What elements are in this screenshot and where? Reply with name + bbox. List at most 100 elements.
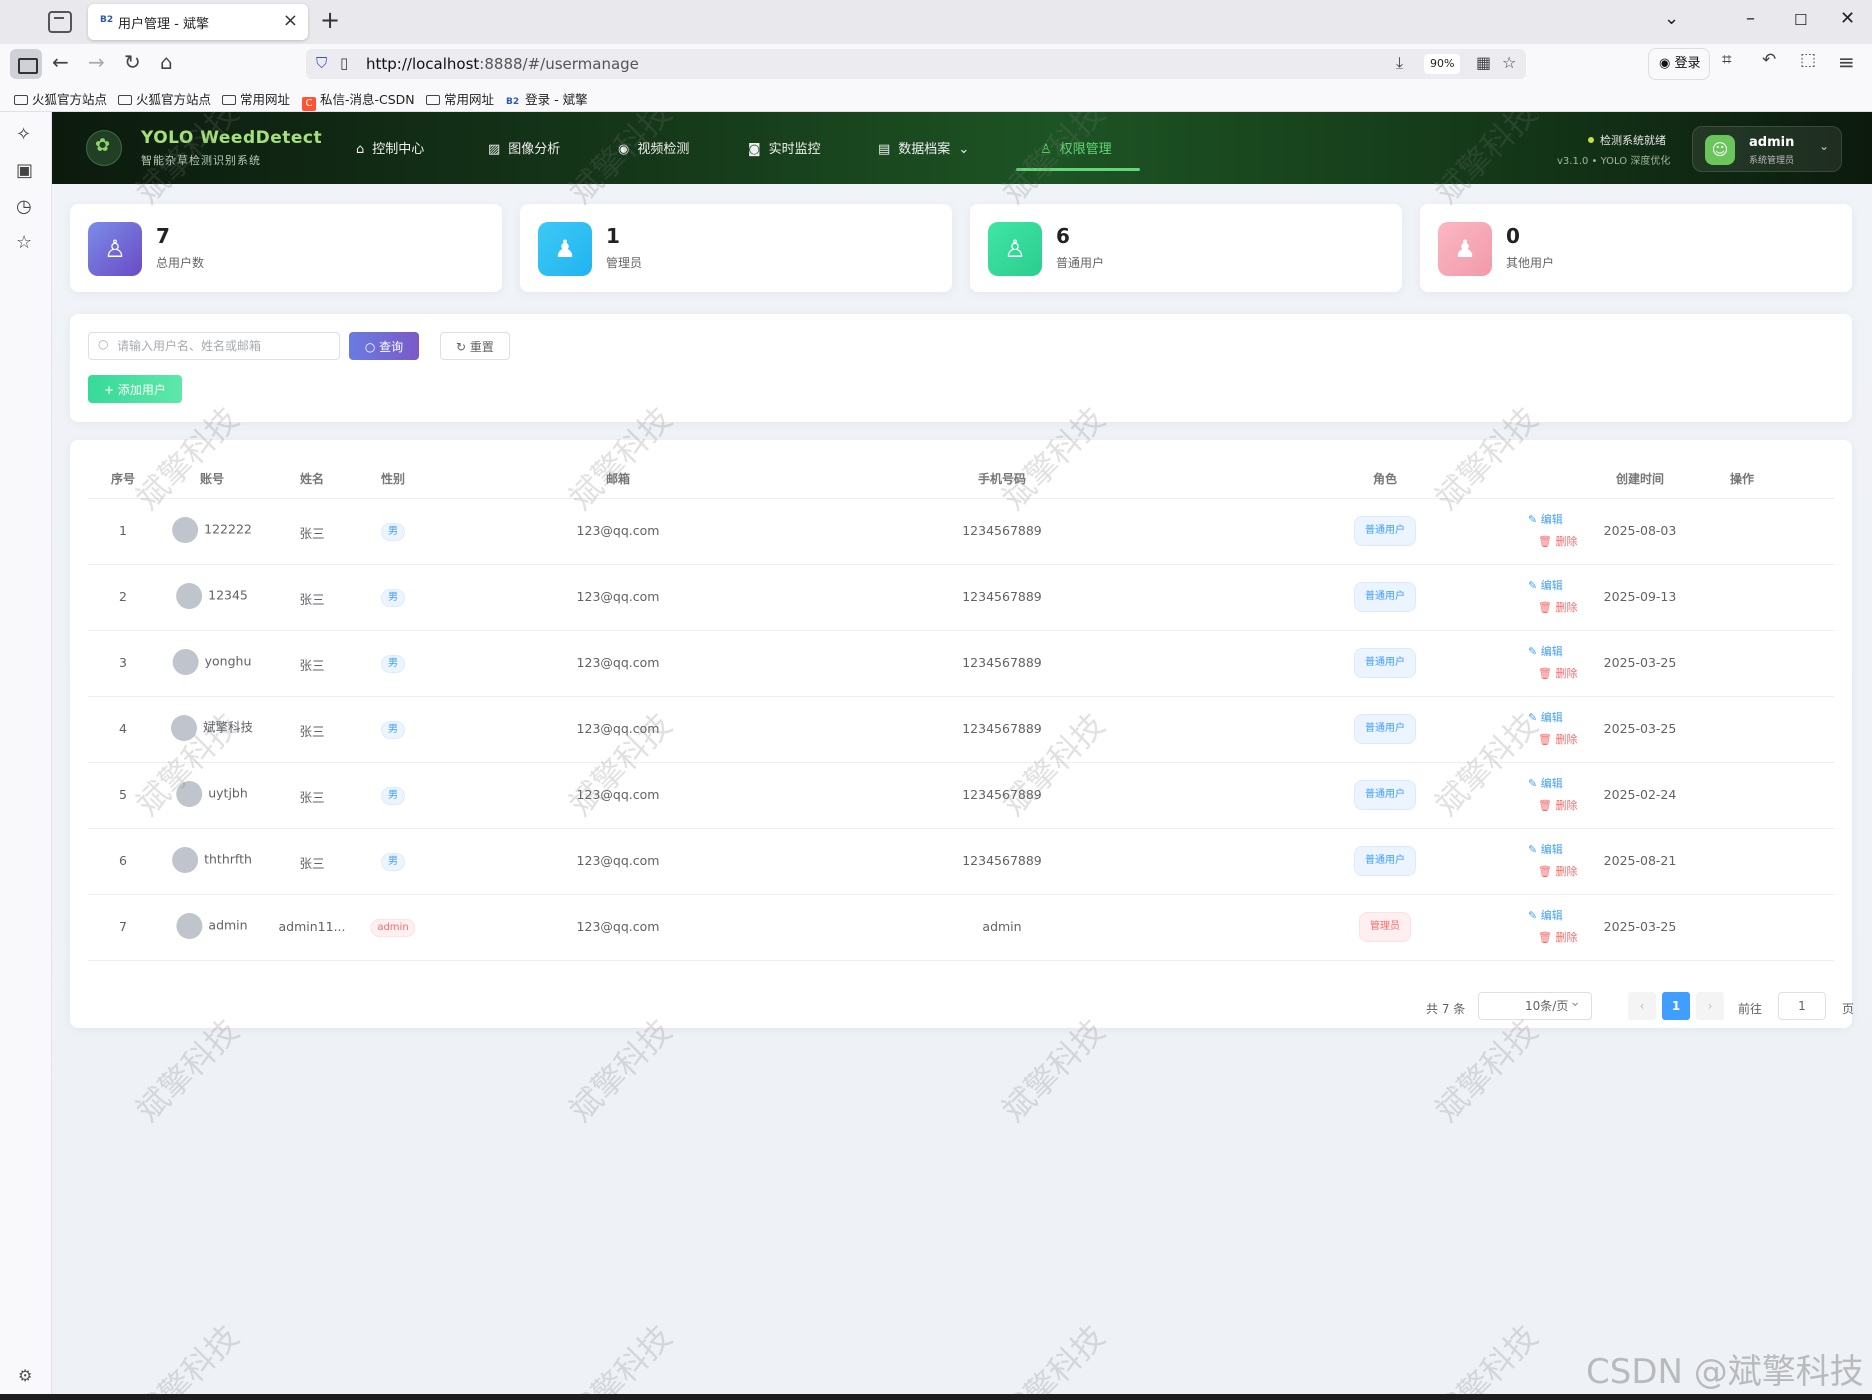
- delete-button[interactable]: 🗑 删除: [1538, 533, 1577, 549]
- tab-list-chevron-icon[interactable]: ⌄: [1664, 8, 1679, 29]
- edit-button[interactable]: ✎ 编辑: [1528, 577, 1563, 593]
- reset-button[interactable]: ↻ 重置: [440, 332, 510, 360]
- delete-button[interactable]: 🗑 删除: [1538, 863, 1577, 879]
- crop-icon[interactable]: ⌗: [1722, 50, 1732, 70]
- menu-item-realtime-monitor[interactable]: ◙ 实时监控: [748, 138, 821, 157]
- trash-icon: 🗑: [1538, 865, 1556, 878]
- gender-tag: 男: [381, 787, 405, 805]
- minimize-icon[interactable]: –: [1746, 8, 1755, 29]
- delete-button[interactable]: 🗑 删除: [1538, 665, 1577, 681]
- delete-button[interactable]: 🗑 删除: [1538, 797, 1577, 813]
- undo-icon[interactable]: ↶: [1762, 50, 1776, 70]
- maximize-icon[interactable]: ☐: [1794, 11, 1807, 29]
- page-size-select[interactable]: 10条/页: [1478, 989, 1592, 1020]
- page-number-current[interactable]: 1: [1662, 992, 1690, 1020]
- delete-button[interactable]: 🗑 删除: [1538, 599, 1577, 615]
- query-button[interactable]: ○ 查询: [349, 332, 419, 360]
- stat-card-admins: ♟ 1 管理员: [520, 204, 952, 292]
- table-row: 6 ththrfth 张三 男 123@qq.com 1234567889 普通用户 2025…: [88, 829, 1834, 895]
- user-name: admin: [1749, 135, 1795, 150]
- folder-icon: [222, 95, 236, 105]
- page-info-icon[interactable]: ▯: [340, 54, 348, 72]
- csdn-icon: C: [302, 97, 316, 111]
- bookmark-item[interactable]: 火狐官方站点: [14, 89, 107, 108]
- browser-tab-active[interactable]: B2 用户管理 - 斌擎 ×: [88, 4, 308, 40]
- gender-tag: 男: [381, 853, 405, 871]
- bookmarks-star-icon[interactable]: ☆: [16, 232, 32, 253]
- menu-icon[interactable]: ≡: [1838, 50, 1855, 74]
- next-page-button[interactable]: ›: [1696, 992, 1724, 1020]
- url-text[interactable]: http://localhost:8888/#/usermanage: [366, 55, 639, 73]
- home-icon[interactable]: ⌂: [160, 50, 173, 74]
- menu-item-video-detect[interactable]: ◉ 视频检测: [618, 138, 689, 157]
- avatar: [176, 583, 203, 609]
- menu-item-permissions[interactable]: ♙ 权限管理: [1040, 138, 1112, 157]
- bookmark-item[interactable]: 常用网址: [222, 89, 290, 108]
- edit-button[interactable]: ✎ 编辑: [1528, 511, 1563, 527]
- user-menu[interactable]: ☺ admin 系统管理员 ⌄: [1692, 126, 1842, 172]
- edit-button[interactable]: ✎ 编辑: [1528, 841, 1563, 857]
- bookmark-item[interactable]: 常用网址: [426, 89, 494, 108]
- stat-card-normal-users: ♙ 6 普通用户: [970, 204, 1402, 292]
- page-jump-input[interactable]: [1778, 992, 1826, 1020]
- add-user-button[interactable]: + 添加用户: [88, 375, 182, 403]
- bookmark-item[interactable]: C 私信-消息-CSDN: [302, 89, 415, 111]
- stat-value: 1: [606, 224, 620, 248]
- ai-sparkle-icon[interactable]: ✧: [16, 124, 31, 145]
- prev-page-button[interactable]: ‹: [1628, 992, 1656, 1020]
- edit-button[interactable]: ✎ 编辑: [1528, 709, 1563, 725]
- gender-tag: 男: [381, 721, 405, 739]
- cell-account: yonghu: [172, 649, 251, 675]
- settings-gear-icon[interactable]: ⚙: [18, 1366, 32, 1385]
- user-icon: ♙: [988, 222, 1042, 276]
- zoom-level[interactable]: 90%: [1424, 54, 1461, 74]
- download-icon[interactable]: ⤓: [1396, 53, 1403, 73]
- role-tag: 普通用户: [1354, 648, 1416, 678]
- qr-code-icon[interactable]: ▦: [1476, 53, 1491, 72]
- sidebar-toggle-icon[interactable]: [10, 49, 42, 79]
- sync-tabs-icon[interactable]: ▣: [16, 160, 33, 181]
- menu-item-dashboard[interactable]: ⌂ 控制中心: [356, 138, 424, 157]
- edit-icon: ✎: [1528, 579, 1541, 592]
- delete-button[interactable]: 🗑 删除: [1538, 731, 1577, 747]
- chevron-down-icon: ⌄: [958, 142, 970, 157]
- avatar: [172, 649, 199, 675]
- delete-button[interactable]: 🗑 删除: [1538, 929, 1577, 945]
- history-icon[interactable]: ◷: [16, 196, 32, 217]
- url-bar[interactable]: ⛉ ▯ http://localhost:8888/#/usermanage ⤓…: [306, 49, 1526, 79]
- shield-icon[interactable]: ⛉: [316, 54, 327, 72]
- menu-item-image-analysis[interactable]: ▨ 图像分析: [488, 138, 560, 157]
- browser-tab-bar: B2 用户管理 - 斌擎 × + ⌄ – ☐ ✕: [0, 0, 1872, 44]
- cell-email: 123@qq.com: [576, 919, 660, 934]
- window-close-icon[interactable]: ✕: [1840, 8, 1855, 29]
- image-icon: ▨: [488, 142, 501, 157]
- edit-button[interactable]: ✎ 编辑: [1528, 775, 1563, 791]
- user-solid-icon: ♟: [538, 222, 592, 276]
- cell-index: 7: [119, 919, 127, 934]
- bookmark-item[interactable]: 火狐官方站点: [118, 89, 211, 108]
- tab-close-icon[interactable]: ×: [283, 10, 298, 31]
- browser-nav-bar: ← → ↻ ⌂ ⛉ ▯ http://localhost:8888/#/user…: [0, 44, 1872, 84]
- bookmark-item[interactable]: B2 登录 - 斌擎: [506, 89, 588, 108]
- watermark-text: 斌擎科技: [128, 1317, 247, 1400]
- forward-icon[interactable]: →: [88, 50, 105, 74]
- browser-login-button[interactable]: ◉ 登录: [1648, 48, 1710, 80]
- avatar: [172, 847, 199, 873]
- edit-button[interactable]: ✎ 编辑: [1528, 643, 1563, 659]
- pagination-page-suffix: 页: [1842, 1002, 1855, 1016]
- back-icon[interactable]: ←: [52, 50, 69, 74]
- cell-name: 张三: [299, 592, 325, 607]
- system-status: 检测系统就绪: [1588, 132, 1666, 148]
- avatar: ☺: [1705, 135, 1735, 165]
- extensions-icon[interactable]: ⬚: [1800, 50, 1816, 70]
- menu-item-data-archive[interactable]: ▤ 数据档案 ⌄: [878, 138, 969, 157]
- user-icon: ♙: [88, 222, 142, 276]
- new-tab-icon[interactable]: +: [320, 6, 340, 34]
- bookmark-star-icon[interactable]: ☆: [1502, 53, 1516, 72]
- reload-icon[interactable]: ↻: [124, 50, 141, 74]
- search-input[interactable]: [88, 332, 340, 360]
- tab-overview-icon[interactable]: [48, 11, 72, 33]
- cell-index: 1: [119, 523, 127, 538]
- browser-login-label: 登录: [1674, 56, 1701, 71]
- edit-button[interactable]: ✎ 编辑: [1528, 907, 1563, 923]
